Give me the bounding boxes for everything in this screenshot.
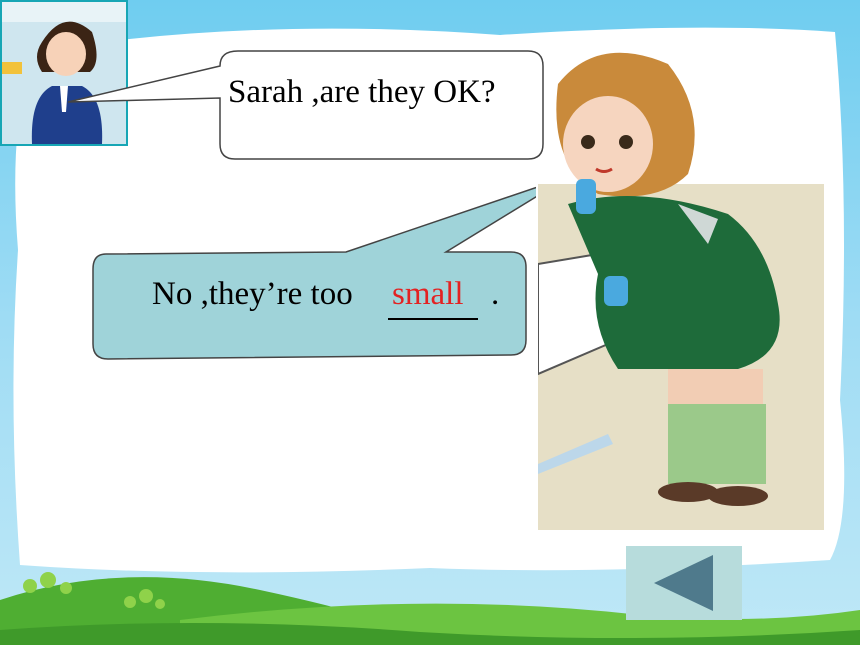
bubble1-text: Sarah ,are they OK? <box>228 74 496 110</box>
slide: Sarah ,are they OK? No ,they’re too smal… <box>0 0 860 645</box>
speech-bubble-2 <box>92 186 536 360</box>
answer-blank <box>388 318 478 320</box>
sentence-period: . <box>491 276 500 312</box>
back-button[interactable] <box>626 546 742 620</box>
girl-photo <box>538 52 824 530</box>
bubble2-text: No ,they’re too <box>152 276 353 312</box>
triangle-left-icon <box>654 555 713 611</box>
answer-word: small <box>392 276 464 312</box>
